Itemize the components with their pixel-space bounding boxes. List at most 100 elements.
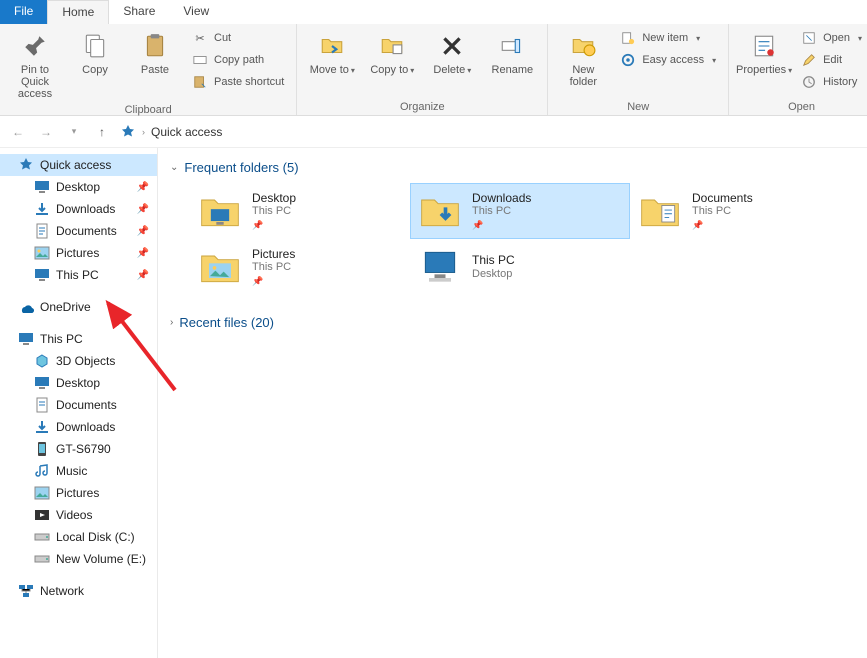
frequent-folders-header[interactable]: ⌄ Frequent folders (5) [170, 156, 855, 183]
easy-access-button[interactable]: Easy access▾ [616, 50, 720, 70]
copy-button[interactable]: Copy [68, 28, 122, 78]
copy-path-button[interactable]: Copy path [188, 50, 288, 70]
copy-to-icon [376, 30, 408, 62]
navigation-pane[interactable]: Quick access Desktop 📌 Downloads 📌 Docum… [0, 148, 158, 658]
this-pc-big-icon [418, 245, 462, 289]
sidebar-item-pictures-tp[interactable]: Pictures [0, 482, 157, 504]
folder-this-pc[interactable]: This PC Desktop [410, 239, 630, 295]
quick-access-star-icon [18, 157, 34, 173]
onedrive-icon [18, 299, 34, 315]
desktop-icon [34, 375, 50, 391]
sidebar-item-desktop[interactable]: Desktop 📌 [0, 176, 157, 198]
delete-button[interactable]: Delete▾ [425, 28, 479, 78]
paste-shortcut-button[interactable]: Paste shortcut [188, 72, 288, 92]
rename-icon [496, 30, 528, 62]
up-button[interactable]: ↑ [92, 122, 112, 142]
sidebar-item-this-pc-qa[interactable]: This PC 📌 [0, 264, 157, 286]
pin-icon: 📌 [692, 220, 753, 231]
edit-icon [801, 52, 817, 68]
pin-quick-access-button[interactable]: Pin to Quick access [8, 28, 62, 102]
sidebar-item-music[interactable]: Music [0, 460, 157, 482]
sidebar-item-new-volume-e[interactable]: New Volume (E:) [0, 548, 157, 570]
sidebar-onedrive[interactable]: OneDrive [0, 296, 157, 318]
back-button[interactable]: ← [8, 122, 28, 142]
videos-icon [34, 507, 50, 523]
documents-icon [34, 223, 50, 239]
sidebar-item-gt-s6790[interactable]: GT-S6790 [0, 438, 157, 460]
properties-icon [748, 30, 780, 62]
tab-home[interactable]: Home [47, 0, 109, 24]
recent-locations-button[interactable]: ▾ [64, 122, 84, 142]
documents-icon [34, 397, 50, 413]
paste-button[interactable]: Paste [128, 28, 182, 78]
rename-button[interactable]: Rename [485, 28, 539, 78]
sidebar-network[interactable]: Network [0, 580, 157, 602]
tab-file[interactable]: File [0, 0, 47, 24]
pin-icon: 📌 [137, 226, 149, 237]
pin-icon: 📌 [137, 270, 149, 281]
copy-to-button[interactable]: Copy to▾ [365, 28, 419, 78]
folder-documents[interactable]: Documents This PC 📌 [630, 183, 850, 239]
folder-desktop[interactable]: Desktop This PC 📌 [190, 183, 410, 239]
ribbon-tabs: File Home Share View [0, 0, 867, 24]
edit-button[interactable]: Edit [797, 50, 866, 70]
phone-icon [34, 441, 50, 457]
move-to-icon [316, 30, 348, 62]
recent-files-header[interactable]: › Recent files (20) [170, 311, 855, 338]
ribbon-group-open: Properties▾ Open▾ Edit [729, 24, 867, 115]
pin-icon: 📌 [137, 182, 149, 193]
folder-pictures[interactable]: Pictures This PC 📌 [190, 239, 410, 295]
paste-icon [139, 30, 171, 62]
properties-button[interactable]: Properties▾ [737, 28, 791, 78]
this-pc-icon [34, 267, 50, 283]
desktop-folder-icon [198, 189, 242, 233]
ribbon-group-organize: Move to▾ Copy to▾ Delete▾ Rename [297, 24, 548, 115]
drive-icon [34, 551, 50, 567]
music-icon [34, 463, 50, 479]
pin-icon: 📌 [137, 248, 149, 259]
sidebar-item-documents-tp[interactable]: Documents [0, 394, 157, 416]
breadcrumb[interactable]: › Quick access [120, 124, 222, 140]
network-icon [18, 583, 34, 599]
history-button[interactable]: History [797, 72, 866, 92]
new-item-icon [620, 30, 636, 46]
new-folder-icon [567, 30, 599, 62]
easy-access-icon [620, 52, 636, 68]
open-icon [801, 30, 817, 46]
folder-downloads[interactable]: Downloads This PC 📌 [410, 183, 630, 239]
copy-path-icon [192, 52, 208, 68]
tab-view[interactable]: View [169, 0, 223, 24]
history-icon [801, 74, 817, 90]
sidebar-item-videos[interactable]: Videos [0, 504, 157, 526]
tab-share[interactable]: Share [109, 0, 169, 24]
sidebar-item-documents[interactable]: Documents 📌 [0, 220, 157, 242]
quick-access-icon [120, 124, 136, 140]
move-to-button[interactable]: Move to▾ [305, 28, 359, 78]
open-button[interactable]: Open▾ [797, 28, 866, 48]
frequent-folders-grid: Desktop This PC 📌 Downloads This PC 📌 [170, 183, 855, 295]
sidebar-item-desktop-tp[interactable]: Desktop [0, 372, 157, 394]
sidebar-item-3d-objects[interactable]: 3D Objects [0, 350, 157, 372]
chevron-right-icon: › [170, 317, 173, 328]
pictures-icon [34, 485, 50, 501]
new-folder-button[interactable]: New folder [556, 28, 610, 90]
sidebar-item-pictures[interactable]: Pictures 📌 [0, 242, 157, 264]
delete-icon [436, 30, 468, 62]
cut-icon: ✂ [192, 30, 208, 46]
documents-folder-icon [638, 189, 682, 233]
3d-objects-icon [34, 353, 50, 369]
content-pane: ⌄ Frequent folders (5) Desktop This PC 📌 [158, 148, 867, 658]
sidebar-this-pc[interactable]: This PC [0, 328, 157, 350]
sidebar-item-downloads[interactable]: Downloads 📌 [0, 198, 157, 220]
sidebar-item-local-disk-c[interactable]: Local Disk (C:) [0, 526, 157, 548]
sidebar-item-downloads-tp[interactable]: Downloads [0, 416, 157, 438]
downloads-folder-icon [418, 189, 462, 233]
downloads-icon [34, 419, 50, 435]
chevron-down-icon: ⌄ [170, 162, 178, 173]
drive-icon [34, 529, 50, 545]
new-item-button[interactable]: New item▾ [616, 28, 720, 48]
sidebar-quick-access[interactable]: Quick access [0, 154, 157, 176]
forward-button[interactable]: → [36, 122, 56, 142]
cut-button[interactable]: ✂ Cut [188, 28, 288, 48]
desktop-icon [34, 179, 50, 195]
